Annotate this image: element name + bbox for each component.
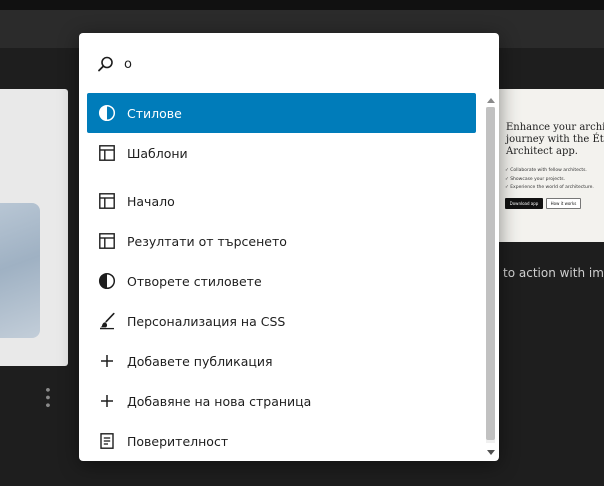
promo-heading-line: Architect app.: [506, 146, 578, 157]
scroll-up-arrow-icon[interactable]: [487, 98, 495, 103]
layout-icon: [97, 191, 117, 211]
command-item-open-styles[interactable]: Отворете стиловете: [87, 261, 476, 301]
command-item-label: Добавяне на нова страница: [127, 393, 312, 409]
command-item-label: Добавете публикация: [127, 353, 273, 369]
command-search-input[interactable]: [124, 53, 464, 75]
layout-icon: [97, 143, 117, 163]
command-search-row: [79, 33, 499, 93]
command-item-add-post[interactable]: Добавете публикация: [87, 341, 476, 381]
more-options-icon[interactable]: •••: [39, 386, 56, 409]
plus-icon: [97, 351, 117, 371]
promo-feature-item: Showcase your projects.: [505, 176, 594, 185]
contrast-icon: [97, 271, 117, 291]
contrast-icon: [97, 103, 117, 123]
command-item-styles[interactable]: Стилове: [87, 93, 476, 133]
scroll-down-arrow-icon[interactable]: [487, 450, 495, 455]
command-item-label: Стилове: [127, 105, 182, 121]
command-item-label: Начало: [127, 193, 175, 209]
brush-icon: [97, 311, 117, 331]
promo-heading-line: Enhance your archite: [506, 122, 604, 133]
command-results-list: Стилове Шаблони Начало Резултати от търс…: [87, 93, 476, 461]
page-icon: [97, 431, 117, 451]
admin-top-bar: [0, 0, 604, 10]
promo-how-it-works-button: How it works: [546, 198, 581, 209]
command-item-templates[interactable]: Шаблони: [87, 133, 476, 173]
promo-feature-list: Collaborate with fellow architects. Show…: [505, 167, 594, 193]
command-item-home[interactable]: Начало: [87, 181, 476, 221]
command-item-label: Шаблони: [127, 145, 188, 161]
scroll-thumb[interactable]: [486, 107, 495, 440]
pattern-card-right: Enhance your archite journey with the Ét…: [499, 89, 604, 242]
plus-icon: [97, 391, 117, 411]
command-palette: Стилове Шаблони Начало Резултати от търс…: [79, 33, 499, 461]
command-item-label: Поверителност: [127, 433, 229, 449]
command-item-privacy[interactable]: Поверителност: [87, 421, 476, 461]
promo-feature-item: Experience the world of architecture.: [505, 184, 594, 193]
search-icon: [96, 54, 116, 74]
promo-feature-item: Collaborate with fellow architects.: [505, 167, 594, 176]
layout-icon: [97, 231, 117, 251]
command-item-label: Резултати от търсенето: [127, 233, 287, 249]
promo-heading: Enhance your archite journey with the Ét…: [506, 122, 604, 158]
command-item-label: Персонализация на CSS: [127, 313, 286, 329]
pattern-card-image: [0, 203, 40, 338]
command-item-add-page[interactable]: Добавяне на нова страница: [87, 381, 476, 421]
results-scrollbar[interactable]: [484, 95, 497, 461]
pattern-card-caption: to action with ima: [503, 266, 604, 280]
promo-download-button: Download app: [505, 198, 543, 209]
command-item-search-results[interactable]: Резултати от търсенето: [87, 221, 476, 261]
command-item-label: Отворете стиловете: [127, 273, 262, 289]
command-item-custom-css[interactable]: Персонализация на CSS: [87, 301, 476, 341]
promo-heading-line: journey with the Étu: [506, 134, 604, 145]
